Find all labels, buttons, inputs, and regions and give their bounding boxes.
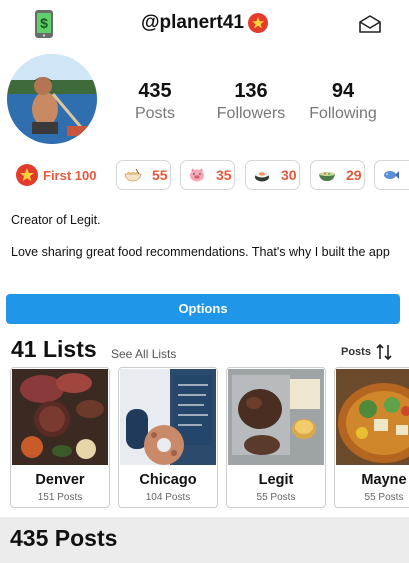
list-card-image <box>336 369 409 465</box>
bio-line-2: Love sharing great food recommendations.… <box>11 245 390 259</box>
stat-posts-value: 435 <box>138 80 172 102</box>
stat-posts[interactable]: 435 Posts <box>125 80 185 123</box>
posts-section-header: 435 Posts <box>0 517 409 563</box>
badges-row: First 100 55 35 30 29 <box>0 158 409 194</box>
badge-first-label: First 100 <box>43 167 97 183</box>
stat-followers-label: Followers <box>216 105 286 122</box>
badge-noodles[interactable]: 55 <box>116 160 171 190</box>
sort-label: Posts <box>341 346 371 358</box>
profile-handle: @planert41 <box>140 12 244 33</box>
pig-icon <box>190 168 204 182</box>
options-button[interactable]: Options <box>6 294 400 324</box>
avatar[interactable] <box>7 54 97 144</box>
sushi-icon <box>255 170 269 182</box>
list-card-posts: 104 Posts <box>145 492 191 503</box>
star-badge-icon <box>248 13 268 33</box>
bio-line-1: Creator of Legit. <box>11 213 101 227</box>
list-card-name: Mayne <box>361 472 407 488</box>
soup-bowl-icon <box>319 172 335 181</box>
list-card-image <box>12 369 108 465</box>
badge-noodles-count: 55 <box>152 167 168 183</box>
list-card-denver[interactable]: Denver 151 Posts <box>10 367 110 508</box>
top-bar: $ @planert41 <box>0 0 409 50</box>
sort-arrows-icon <box>376 343 392 361</box>
list-card-name: Legit <box>258 472 294 488</box>
badge-sushi[interactable]: 30 <box>245 160 300 190</box>
badge-soup-count: 29 <box>346 167 362 183</box>
see-all-lists-link[interactable]: See All Lists <box>111 347 176 361</box>
sort-control[interactable]: Posts <box>341 343 393 361</box>
stat-followers-value: 136 <box>234 80 268 102</box>
badge-pig[interactable]: 35 <box>180 160 235 190</box>
badge-sushi-count: 30 <box>281 167 297 183</box>
posts-section-title: 435 Posts <box>10 525 118 551</box>
badge-soup[interactable]: 29 <box>310 160 365 190</box>
list-card-posts: 55 Posts <box>364 492 404 503</box>
fish-icon <box>384 171 399 179</box>
badge-first-100[interactable]: First 100 <box>16 160 96 190</box>
list-card-chicago[interactable]: Chicago 104 Posts <box>118 367 218 508</box>
stat-following[interactable]: 94 Following <box>305 80 381 123</box>
list-card-posts: 151 Posts <box>37 492 83 503</box>
stat-following-label: Following <box>309 105 377 122</box>
list-card-name: Chicago <box>139 472 197 488</box>
list-card-posts: 55 Posts <box>256 492 296 503</box>
lists-title: 41 Lists <box>11 336 97 362</box>
badge-fish[interactable] <box>374 160 409 190</box>
badge-pig-count: 35 <box>216 167 232 183</box>
stat-following-value: 94 <box>331 80 355 102</box>
list-card-image <box>228 369 324 465</box>
list-card-name: Denver <box>35 472 85 488</box>
lists-carousel[interactable]: Denver 151 Posts Chicago 104 Posts Legit… <box>0 367 409 509</box>
list-card-image <box>120 369 216 465</box>
star-badge-icon <box>16 164 38 186</box>
stat-posts-label: Posts <box>134 105 175 122</box>
envelope-icon[interactable] <box>358 14 382 34</box>
list-card-legit[interactable]: Legit 55 Posts <box>226 367 326 508</box>
noodle-bowl-icon <box>124 168 142 182</box>
stat-followers[interactable]: 136 Followers <box>208 80 294 123</box>
list-card-mayne[interactable]: Mayne 55 Posts <box>334 367 409 508</box>
